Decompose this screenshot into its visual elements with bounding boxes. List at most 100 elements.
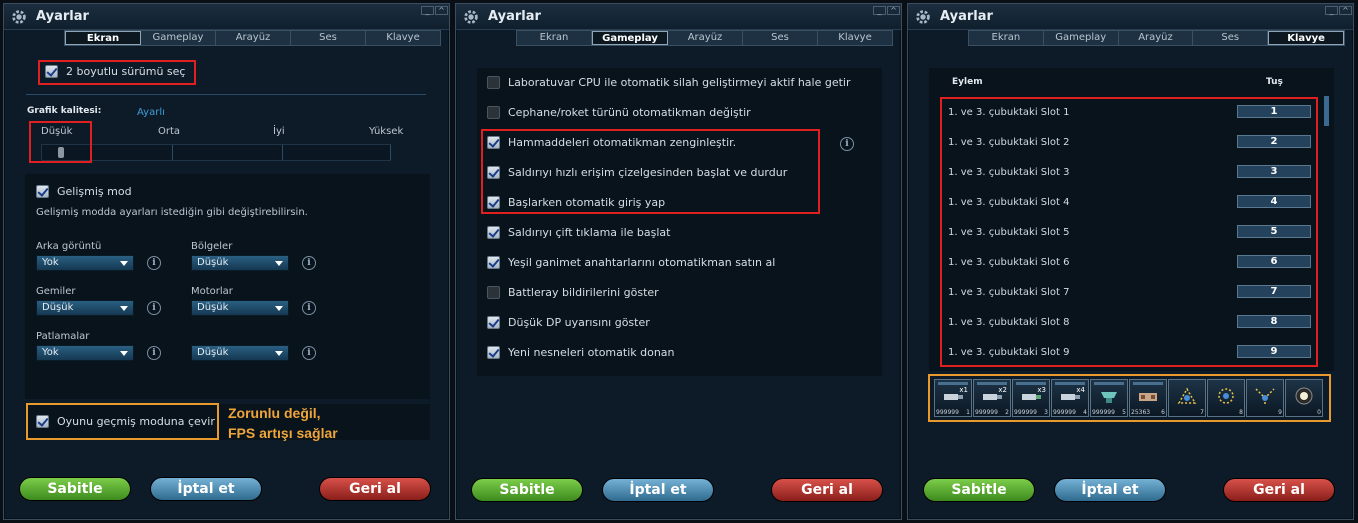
quality-level-high: Yüksek <box>369 126 404 137</box>
option-label: Yeni nesneleri otomatik donan <box>508 346 675 359</box>
option-checkbox[interactable] <box>487 76 500 89</box>
quality-slider[interactable] <box>41 144 391 161</box>
option-label: Cephane/roket türünü otomatikman değişti… <box>508 106 751 119</box>
option-label: Düşük DP uyarısını göster <box>508 316 650 329</box>
revert-button[interactable]: Geri al <box>1223 478 1335 502</box>
option-row[interactable]: Saldırıyı çift tıklama ile başlat <box>487 226 670 239</box>
tab-klavye[interactable]: Klavye <box>366 31 440 45</box>
cancel-button[interactable]: İptal et <box>602 478 714 502</box>
ships-select[interactable]: Düşük <box>36 300 134 316</box>
option-row[interactable]: Düşük DP uyarısını göster <box>487 316 650 329</box>
minimize-icon[interactable]: _ <box>1325 6 1338 15</box>
advanced-mode-checkbox[interactable] <box>36 185 49 198</box>
cancel-button[interactable]: İptal et <box>150 477 262 501</box>
legacy-mode-checkbox[interactable] <box>36 415 49 428</box>
annotation-line: Zorunlu değil, <box>228 405 321 421</box>
option-checkbox[interactable] <box>487 256 500 269</box>
engines-select[interactable]: Düşük <box>191 300 289 316</box>
highlight-box <box>481 129 820 214</box>
tab-arayuz[interactable]: Arayüz <box>216 31 291 45</box>
minimize-icon[interactable]: _ <box>421 6 434 15</box>
info-icon[interactable]: i <box>147 301 161 315</box>
info-icon[interactable]: i <box>840 137 854 151</box>
revert-button[interactable]: Geri al <box>771 478 883 502</box>
option-checkbox[interactable] <box>487 226 500 239</box>
confirm-button[interactable]: Sabitle <box>19 477 131 501</box>
tab-ekran[interactable]: Ekran <box>969 31 1044 45</box>
option-checkbox[interactable] <box>487 316 500 329</box>
tab-bar: Ekran Gameplay Arayüz Ses Klavye <box>516 30 893 46</box>
background-select[interactable]: Yok <box>36 255 134 271</box>
info-icon[interactable]: i <box>302 256 316 270</box>
setting-label: Patlamalar <box>36 331 90 342</box>
option-checkbox[interactable] <box>487 346 500 359</box>
tab-ses[interactable]: Ses <box>291 31 366 45</box>
divider <box>26 94 426 95</box>
energy-burst-icon <box>1295 387 1313 405</box>
close-icon[interactable]: ^ <box>887 6 900 15</box>
tab-ekran[interactable]: Ekran <box>517 31 592 45</box>
info-icon[interactable]: i <box>147 256 161 270</box>
gear-icon <box>12 10 26 24</box>
revert-button[interactable]: Geri al <box>319 477 431 501</box>
advanced-mode-label: Gelişmiş mod <box>57 185 132 198</box>
quickbar-slot[interactable]: 999999 3 x3 <box>1012 379 1050 417</box>
cancel-button[interactable]: İptal et <box>1054 478 1166 502</box>
tab-gameplay[interactable]: Gameplay <box>141 31 216 45</box>
option-checkbox[interactable] <box>487 106 500 119</box>
tab-gameplay[interactable]: Gameplay <box>1044 31 1119 45</box>
tab-klavye[interactable]: Klavye <box>818 31 892 45</box>
confirm-button[interactable]: Sabitle <box>471 478 583 502</box>
option-label: Yeşil ganimet anahtarlarını otomatikman … <box>508 256 776 269</box>
tab-arayuz[interactable]: Arayüz <box>668 31 743 45</box>
option-row[interactable]: Battleray bildirilerini göster <box>487 286 659 299</box>
highlight-box <box>29 121 92 163</box>
option-row[interactable]: Yeşil ganimet anahtarlarını otomatikman … <box>487 256 775 269</box>
quickbar-slot[interactable]: 999999 2 x2 <box>973 379 1011 417</box>
tab-ses[interactable]: Ses <box>1193 31 1269 45</box>
advanced-mode-option[interactable]: Gelişmiş mod <box>36 185 132 198</box>
quickbar-slot[interactable]: 8 <box>1207 379 1245 417</box>
quickbar-slot[interactable]: 999999 5 <box>1090 379 1128 417</box>
option-row[interactable]: Yeni nesneleri otomatik donan <box>487 346 675 359</box>
zones-select[interactable]: Düşük <box>191 255 289 271</box>
legacy-mode-option[interactable]: Oyunu geçmiş moduna çevir <box>36 415 215 428</box>
formation-icon <box>1255 388 1275 404</box>
quickbar-slot[interactable]: 0 <box>1285 379 1323 417</box>
tab-klavye[interactable]: Klavye <box>1268 31 1344 45</box>
setting-label: Gemiler <box>36 286 76 297</box>
tab-gameplay[interactable]: Gameplay <box>592 31 668 45</box>
two-d-checkbox[interactable] <box>45 65 58 78</box>
annotation: Zorunlu değil, FPS artışı sağlar <box>228 403 338 443</box>
quickbar-slot[interactable]: 7 <box>1168 379 1206 417</box>
option-row[interactable]: Laboratuvar CPU ile otomatik silah geliş… <box>487 76 851 89</box>
close-icon[interactable]: ^ <box>1339 6 1352 15</box>
option-row[interactable]: Cephane/roket türünü otomatikman değişti… <box>487 106 751 119</box>
quality-value: Ayarlı <box>137 107 165 118</box>
formation-icon <box>1177 387 1197 404</box>
explosions-select[interactable]: Yok <box>36 345 134 361</box>
quickbar-slot[interactable]: 9 <box>1246 379 1284 417</box>
two-d-option[interactable]: 2 boyutlu sürümü seç <box>45 65 185 78</box>
tab-bar: Ekran Gameplay Arayüz Ses Klavye <box>968 30 1345 46</box>
tab-arayuz[interactable]: Arayüz <box>1119 31 1194 45</box>
option-checkbox[interactable] <box>487 286 500 299</box>
settings-panel-display: Ayarlar _ ^ Ekran Gameplay Arayüz Ses Kl… <box>3 3 450 520</box>
info-icon[interactable]: i <box>302 346 316 360</box>
quickbar-slot[interactable]: 999999 4 x4 <box>1051 379 1089 417</box>
annotation-line: FPS artışı sağlar <box>228 425 338 441</box>
info-icon[interactable]: i <box>147 346 161 360</box>
option-label: Laboratuvar CPU ile otomatik silah geliş… <box>508 76 851 89</box>
extra-select[interactable]: Düşük <box>191 345 289 361</box>
quickbar-slot[interactable]: 25363 6 <box>1129 379 1167 417</box>
window-title: Ayarlar <box>940 9 993 24</box>
column-header-action: Eylem <box>952 77 983 87</box>
scrollbar[interactable] <box>1324 96 1329 126</box>
close-icon[interactable]: ^ <box>435 6 448 15</box>
tab-ekran[interactable]: Ekran <box>65 31 141 45</box>
tab-ses[interactable]: Ses <box>743 31 818 45</box>
minimize-icon[interactable]: _ <box>873 6 886 15</box>
quickbar-slot[interactable]: 999999 1 x1 <box>934 379 972 417</box>
confirm-button[interactable]: Sabitle <box>923 478 1035 502</box>
info-icon[interactable]: i <box>302 301 316 315</box>
